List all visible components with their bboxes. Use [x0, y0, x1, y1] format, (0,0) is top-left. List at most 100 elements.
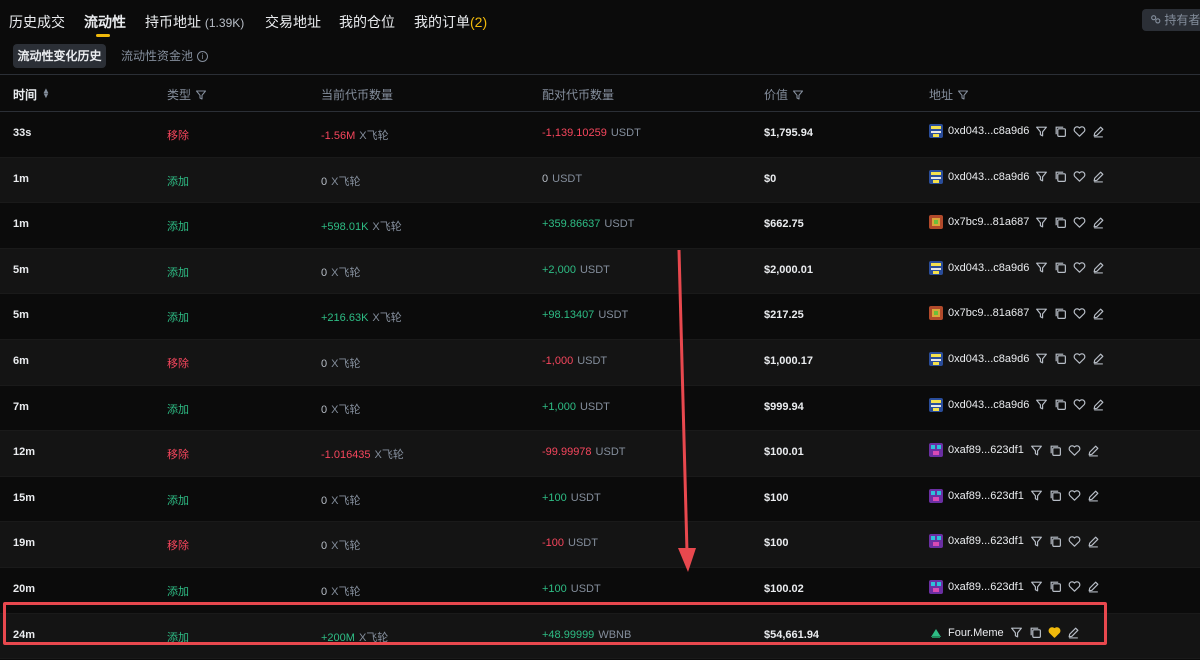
address-link[interactable]: 0xaf89...623df1 — [948, 535, 1024, 547]
edit-icon[interactable] — [1092, 261, 1105, 274]
holders-button[interactable]: 持有者 — [1142, 9, 1200, 31]
pair-amount: +1,000 — [542, 400, 576, 413]
address-link[interactable]: 0xaf89...623df1 — [948, 444, 1024, 456]
heart-icon[interactable] — [1073, 170, 1086, 183]
edit-icon[interactable] — [1087, 535, 1100, 548]
heart-icon[interactable] — [1068, 444, 1081, 457]
edit-icon[interactable] — [1092, 170, 1105, 183]
pair-amount-cell: +1,000 USDT — [542, 401, 610, 413]
address-link[interactable]: 0xaf89...623df1 — [948, 490, 1024, 502]
tab-holders[interactable]: 持币地址 (1.39K) — [145, 12, 244, 32]
heart-icon[interactable] — [1073, 398, 1086, 411]
filter-icon[interactable] — [1035, 352, 1048, 365]
subtab-liquidity-pool[interactable]: 流动性资金池 i — [121, 44, 209, 68]
filter-icon[interactable] — [1030, 489, 1043, 502]
address-link[interactable]: 0xaf89...623df1 — [948, 581, 1024, 593]
type-cell: 添加 — [167, 585, 189, 598]
heart-icon[interactable] — [1068, 535, 1081, 548]
edit-icon[interactable] — [1087, 580, 1100, 593]
tab-trade-history[interactable]: 历史成交 — [9, 12, 65, 32]
copy-icon[interactable] — [1054, 307, 1067, 320]
edit-icon[interactable] — [1092, 125, 1105, 138]
filter-icon[interactable] — [195, 89, 207, 101]
address-link[interactable]: 0x7bc9...81a687 — [948, 307, 1029, 319]
pair-amount: -1,139.10259 — [542, 127, 607, 139]
current-amount: 0 — [321, 357, 328, 370]
edit-icon[interactable] — [1067, 626, 1080, 639]
holders-button-label: 持有者 — [1164, 13, 1200, 27]
address-link[interactable]: 0xd043...c8a9d6 — [948, 353, 1029, 365]
address-link[interactable]: 0xd043...c8a9d6 — [948, 171, 1029, 183]
address-link[interactable]: 0xd043...c8a9d6 — [948, 262, 1029, 274]
filter-icon[interactable] — [957, 89, 969, 101]
edit-icon[interactable] — [1092, 307, 1105, 320]
current-amount-cell: 0 X飞轮 — [321, 173, 360, 189]
copy-icon[interactable] — [1049, 444, 1062, 457]
column-time[interactable]: 时间 ▲ ▼ — [13, 86, 50, 103]
filter-icon[interactable] — [1035, 261, 1048, 274]
edit-icon[interactable] — [1087, 444, 1100, 457]
sort-icon[interactable]: ▲ ▼ — [42, 87, 50, 100]
holder-count: (1.39K) — [204, 16, 245, 30]
edit-icon[interactable] — [1092, 352, 1105, 365]
filter-icon[interactable] — [1035, 307, 1048, 320]
edit-icon[interactable] — [1092, 216, 1105, 229]
heart-icon[interactable] — [1073, 307, 1086, 320]
filter-icon[interactable] — [1030, 444, 1043, 457]
column-type: 类型 — [167, 86, 207, 103]
heart-icon[interactable] — [1073, 261, 1086, 274]
copy-icon[interactable] — [1054, 125, 1067, 138]
filter-icon[interactable] — [1010, 626, 1023, 639]
address-link[interactable]: 0xd043...c8a9d6 — [948, 399, 1029, 411]
type-cell: 移除 — [167, 130, 189, 142]
current-amount-cell: -1.016435 X飞轮 — [321, 446, 404, 462]
copy-icon[interactable] — [1029, 626, 1042, 639]
copy-icon[interactable] — [1054, 398, 1067, 411]
address-link[interactable]: Four.Meme — [948, 627, 1004, 639]
copy-icon[interactable] — [1049, 535, 1062, 548]
copy-icon[interactable] — [1049, 580, 1062, 593]
pair-unit: USDT — [604, 218, 635, 231]
address-link[interactable]: 0xd043...c8a9d6 — [948, 125, 1029, 137]
value-cell: $217.25 — [764, 309, 804, 322]
edit-icon[interactable] — [1092, 398, 1105, 411]
tab-my-positions[interactable]: 我的仓位 — [339, 12, 395, 32]
pair-unit: USDT — [579, 400, 610, 413]
heart-filled-icon[interactable] — [1048, 626, 1061, 639]
copy-icon[interactable] — [1054, 170, 1067, 183]
filter-icon[interactable] — [792, 89, 804, 101]
edit-icon[interactable] — [1087, 489, 1100, 502]
table-row: 12m 移除 -1.016435 X飞轮 -99.99978 USDT $100.01 0xa… — [0, 431, 1200, 477]
tab-liquidity[interactable]: 流动性 — [84, 12, 126, 32]
type-cell: 添加 — [167, 403, 189, 416]
copy-icon[interactable] — [1054, 216, 1067, 229]
tab-trader-addresses[interactable]: 交易地址 — [265, 12, 321, 32]
tab-my-orders[interactable]: 我的订单(2) — [414, 12, 487, 32]
filter-icon[interactable] — [1035, 398, 1048, 411]
heart-icon[interactable] — [1073, 216, 1086, 229]
copy-icon[interactable] — [1049, 489, 1062, 502]
filter-icon[interactable] — [1035, 170, 1048, 183]
current-amount-cell: +200M X飞轮 — [321, 629, 388, 645]
time-cell: 1m — [13, 172, 29, 185]
filter-icon[interactable] — [1035, 125, 1048, 138]
heart-icon[interactable] — [1073, 352, 1086, 365]
pair-amount: +2,000 — [542, 263, 576, 276]
subtab-liquidity-history[interactable]: 流动性变化历史 — [13, 44, 106, 68]
copy-icon[interactable] — [1054, 261, 1067, 274]
filter-icon[interactable] — [1035, 216, 1048, 229]
filter-icon[interactable] — [1030, 580, 1043, 593]
copy-icon[interactable] — [1054, 352, 1067, 365]
top-tabs: 历史成交 流动性 持币地址 (1.39K) 交易地址 我的仓位 我的订单(2) … — [0, 0, 1200, 40]
address-link[interactable]: 0x7bc9...81a687 — [948, 216, 1029, 228]
info-icon[interactable]: i — [197, 51, 209, 62]
heart-icon[interactable] — [1068, 580, 1081, 593]
filter-icon[interactable] — [1030, 535, 1043, 548]
value-cell: $100 — [764, 537, 789, 550]
type-cell: 添加 — [167, 266, 189, 279]
time-cell: 7m — [13, 400, 29, 413]
heart-icon[interactable] — [1068, 489, 1081, 502]
current-unit: X飞轮 — [331, 540, 361, 553]
current-amount-cell: 0 X飞轮 — [321, 401, 360, 417]
heart-icon[interactable] — [1073, 125, 1086, 138]
